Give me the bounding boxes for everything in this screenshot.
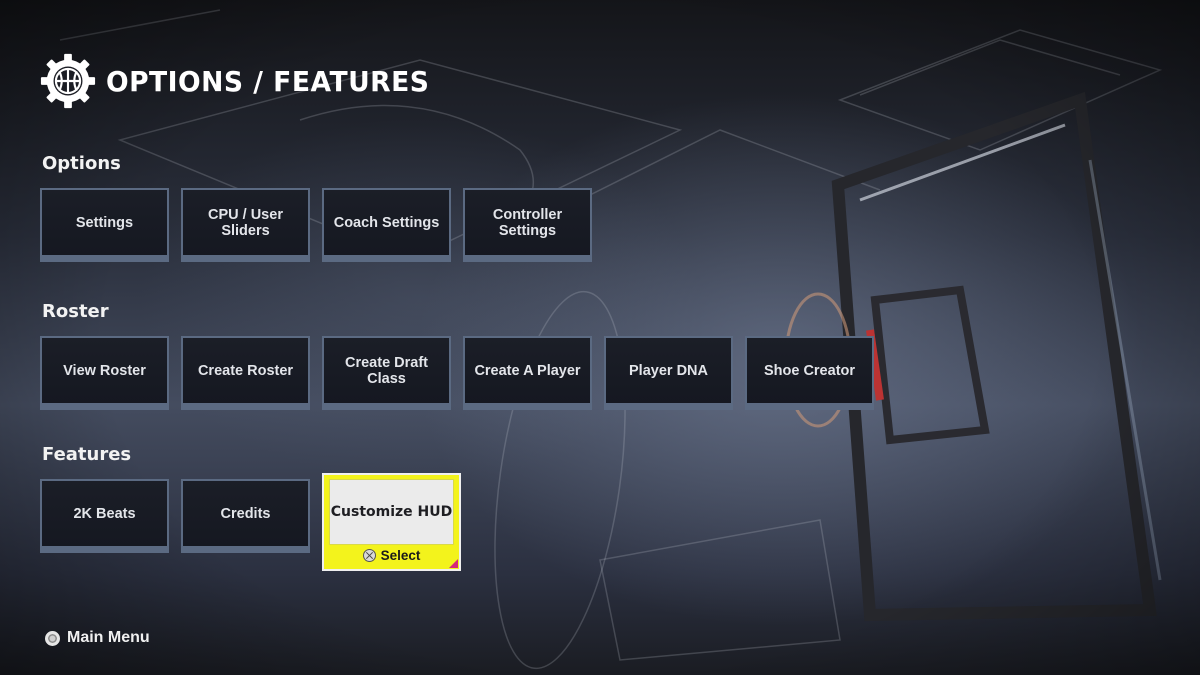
gear-basketball-icon [40,53,96,109]
tile-label: CPU / User Sliders [208,206,283,239]
select-hint-label: Select [380,548,421,563]
section-label-features: Features [42,444,132,465]
tile-cpu-user-sliders[interactable]: CPU / User Sliders [181,188,310,262]
tile-create-a-player[interactable]: Create A Player [463,336,592,410]
page-title: OPTIONS / FEATURES [106,64,430,98]
tile-label: Credits [220,505,271,522]
section-label-options: Options [42,153,121,174]
tile-view-roster[interactable]: View Roster [40,336,169,410]
tile-label: Create Draft Class [345,354,428,387]
tile-2k-beats[interactable]: 2K Beats [40,479,169,553]
tile-label: 2K Beats [73,505,136,522]
tile-controller-settings[interactable]: Controller Settings [463,188,592,262]
tile-label: Customize HUD [329,479,454,545]
cross-button-icon [362,549,376,562]
tile-label: Create A Player [474,362,581,379]
tile-create-roster[interactable]: Create Roster [181,336,310,410]
tile-label: Coach Settings [333,214,440,231]
options-row: Settings CPU / User Sliders Coach Settin… [40,188,592,262]
tile-label: Create Roster [197,362,294,379]
tile-label: Settings [75,214,134,231]
tile-label: Shoe Creator [763,362,856,379]
page-header: OPTIONS / FEATURES [38,52,446,110]
tile-label: Controller Settings [492,206,563,239]
tile-coach-settings[interactable]: Coach Settings [322,188,451,262]
main-menu-back-button[interactable]: Main Menu [45,629,150,647]
main-menu-label: Main Menu [67,629,150,646]
roster-row: View Roster Create Roster Create Draft C… [40,336,874,410]
features-row: 2K Beats Credits Customize HUD Select [40,473,461,571]
circle-button-icon [45,630,60,646]
tile-shoe-creator[interactable]: Shoe Creator [745,336,874,410]
tile-customize-hud-selected[interactable]: Customize HUD Select [322,473,461,571]
corner-marker [449,559,458,568]
tile-settings[interactable]: Settings [40,188,169,262]
section-label-roster: Roster [42,301,109,322]
tile-create-draft-class[interactable]: Create Draft Class [322,336,451,410]
tile-player-dna[interactable]: Player DNA [604,336,733,410]
tile-label: View Roster [63,362,146,379]
tile-label: Player DNA [629,362,708,379]
tile-credits[interactable]: Credits [181,479,310,553]
select-hint: Select [329,548,454,563]
